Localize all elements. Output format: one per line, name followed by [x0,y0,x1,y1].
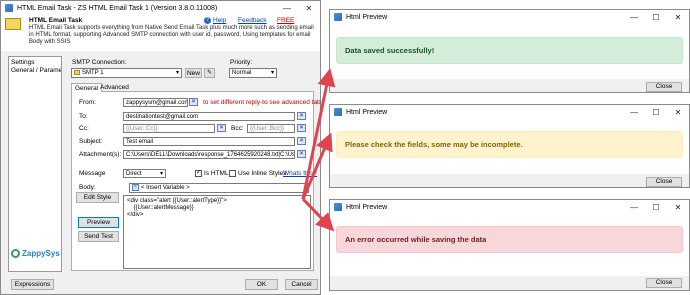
subject-input[interactable]: Test email [123,137,295,146]
main-titlebar: HTML Email Task - ZS HTML Email Task 1 (… [1,1,320,15]
inline-styles-checkbox[interactable] [229,170,236,177]
priority-value: Normal [232,70,252,76]
bcc-label: Bcc: [231,125,244,132]
edit-style-button[interactable]: Edit Style [76,192,119,203]
subject-label: Subject: [79,138,103,145]
edit-connection-icon[interactable]: ✎ [204,68,215,78]
message-type-select[interactable]: Direct ▾ [123,169,166,178]
priority-label: Priority: [230,59,253,66]
main-window-title: HTML Email Task - ZS HTML Email Task 1 (… [17,4,218,12]
preview-titlebar: Html Preview — ☐ ✕ [330,200,689,214]
bcc-picker-icon[interactable]: × [297,124,306,132]
smtp-connection-value: SMTP 1 [82,70,104,76]
is-html-label: Is HTML [204,170,229,177]
attachments-label: Attachment(s): [79,151,122,158]
insert-variable-label: < Insert Variable > [141,185,190,192]
chevron-down-icon: ▾ [175,70,179,76]
zappysys-logo-icon [11,249,20,258]
nav-general-parameters[interactable]: General / Parameters [11,67,61,74]
variable-icon: × [132,184,139,191]
tab-advanced[interactable]: Advanced [97,84,132,91]
attachments-picker-icon[interactable]: × [297,150,306,158]
preview-titlebar: Html Preview — ☐ ✕ [330,10,689,24]
inline-styles-label: Use Inline Styles [238,170,287,177]
message-label: Message [79,170,106,177]
left-nav [8,56,62,272]
bcc-input[interactable]: {{User::Bcc}} [247,124,295,133]
from-hint: to set different reply-to see advanced t… [203,99,321,106]
preview-title: Html Preview [346,108,388,116]
app-icon [334,108,342,116]
html-email-task-window: HTML Email Task - ZS HTML Email Task 1 (… [0,0,321,295]
envelope-icon [5,18,21,30]
new-connection-button[interactable]: New [185,68,202,78]
maximize-icon[interactable]: ☐ [645,13,667,22]
header-description: HTML Email Task supports everything from… [29,25,314,45]
minimize-icon[interactable]: — [623,108,645,117]
html-preview-window-error: Html Preview — ☐ ✕ An error occurred while… [329,199,690,291]
send-test-button[interactable]: Send Test [78,231,119,242]
html-preview-window-success: Html Preview — ☐ ✕ Data saved successfully… [329,9,690,93]
ok-button[interactable]: OK [245,279,278,290]
minimize-icon[interactable]: — [623,203,645,212]
preview-title: Html Preview [346,13,388,21]
whats-this-link[interactable]: Whats this? [283,170,317,177]
app-icon [5,4,13,12]
to-input[interactable]: destinationtest@gmail.com [123,112,295,121]
from-label: From: [79,99,96,106]
minimize-icon[interactable]: — [276,4,298,13]
from-picker-icon[interactable]: × [189,98,198,106]
free-link[interactable]: FREE [277,17,294,24]
cc-label: Cc: [79,125,89,132]
help-icon[interactable]: ? [204,17,211,24]
success-alert: Data saved successfully! [336,37,683,64]
smtp-icon [74,69,80,75]
preview-title: Html Preview [346,203,388,211]
chevron-down-icon: ▾ [159,171,163,177]
close-icon[interactable]: ✕ [667,108,689,117]
body-line: </div> [127,212,144,218]
maximize-icon[interactable]: ☐ [645,108,667,117]
priority-select[interactable]: Normal ▾ [229,68,277,78]
chevron-down-icon: ▾ [270,70,274,76]
close-icon[interactable]: ✕ [298,4,320,13]
attachments-input[interactable]: C:\Users\DELL\Downloads\response_1764625… [123,150,295,159]
close-button[interactable]: Close [646,82,682,92]
smtp-connection-select[interactable]: SMTP 1 ▾ [71,68,182,78]
minimize-icon[interactable]: — [623,13,645,22]
close-button[interactable]: Close [646,177,682,187]
cc-picker-icon[interactable]: × [217,124,226,132]
cc-input[interactable]: {{User::Cc}} [123,124,215,133]
preview-button[interactable]: Preview [78,217,119,228]
to-label: To: [79,113,88,120]
body-line: <div class="alert {{User::alertType}}"> [127,198,227,204]
warning-alert: Please check the fields, some may be inc… [336,131,683,158]
help-link[interactable]: Help [213,17,226,24]
zappysys-logo: ZappySys [22,249,60,258]
insert-variable-select[interactable]: × < Insert Variable > [129,183,309,193]
body-label: Body: [79,184,96,191]
preview-titlebar: Html Preview — ☐ ✕ [330,105,689,119]
feedback-link[interactable]: Feedback [238,17,267,24]
from-input[interactable]: zappysysm@gmail.con [123,98,188,107]
message-type-value: Direct [126,171,142,177]
header-title: HTML Email Task [29,17,83,24]
cancel-button[interactable]: Cancel [285,279,318,290]
smtp-connection-label: SMTP Connection: [72,59,127,66]
app-icon [334,203,342,211]
html-preview-window-warning: Html Preview — ☐ ✕ Please check the fields… [329,104,690,188]
body-line: {{User::alertMessage}} [127,205,194,211]
close-icon[interactable]: ✕ [667,13,689,22]
close-button[interactable]: Close [646,278,682,288]
close-icon[interactable]: ✕ [667,203,689,212]
nav-settings[interactable]: Settings [11,59,35,66]
to-picker-icon[interactable]: × [297,112,306,120]
body-editor[interactable]: <div class="alert {{User::alertType}}"> … [123,195,311,269]
expressions-button[interactable]: Expressions [11,279,54,290]
error-alert: An error occurred while saving the data [336,226,683,253]
is-html-checkbox[interactable]: ✓ [195,170,202,177]
maximize-icon[interactable]: ☐ [645,203,667,212]
subject-picker-icon[interactable]: × [297,137,306,145]
app-icon [334,13,342,21]
